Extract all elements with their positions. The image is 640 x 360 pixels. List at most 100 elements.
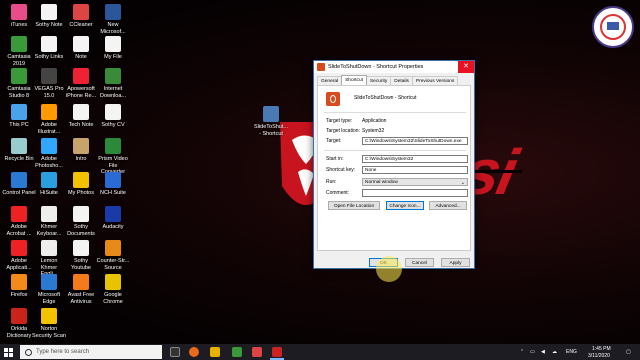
desktop-app-icon [105, 138, 121, 154]
change-icon-button[interactable]: Change Icon... [386, 201, 424, 210]
desktop-icon[interactable]: Orkida Dictionary [2, 308, 36, 339]
desktop-icon[interactable]: Firefox [2, 274, 36, 299]
desktop-app-icon [11, 68, 27, 84]
desktop-app-icon [11, 172, 27, 188]
desktop-app-icon [105, 68, 121, 84]
run-select-value: Normal window [365, 180, 398, 185]
desktop[interactable]: msi iTunesSothy NoteCCleanerNew Microsof… [0, 0, 640, 344]
start-in-input[interactable]: C:\Windows\System32 [362, 155, 468, 163]
desktop-icon[interactable]: Prism Video File Converter [96, 138, 130, 176]
target-input[interactable]: C:\Windows\System32\SlideToShutDown.exe [362, 137, 468, 145]
desktop-app-icon [41, 240, 57, 256]
language-indicator[interactable]: ENG [566, 349, 577, 355]
run-select[interactable]: Normal window ⌄ [362, 178, 468, 186]
camtasia-icon[interactable] [232, 347, 242, 357]
tab-previous-versions[interactable]: Previous Versions [411, 76, 459, 85]
desktop-icon[interactable]: Control Panel [2, 172, 36, 197]
desktop-icon-label: Sothy Youtube [71, 258, 91, 271]
desktop-icon[interactable]: VEGAS Pro 15.0 [32, 68, 66, 99]
file-explorer-icon[interactable] [210, 347, 220, 357]
tab-security[interactable]: Security [365, 76, 392, 85]
desktop-icon[interactable]: My File [96, 36, 130, 61]
task-view-icon[interactable] [170, 347, 180, 357]
desktop-icon-label: Recycle Bin [4, 156, 34, 162]
desktop-icon[interactable]: Note [64, 36, 98, 61]
slide-to-shutdown-icon[interactable] [272, 347, 282, 357]
desktop-icon[interactable]: New Microsof... [96, 4, 130, 35]
windows-start-icon[interactable] [4, 348, 13, 357]
desktop-icon[interactable]: Sothy Links [32, 36, 66, 61]
tab-general[interactable]: General [317, 76, 343, 85]
clock-date[interactable]: 3/11/2020 [588, 353, 610, 359]
dialog-titlebar[interactable]: SlideToShutDown - Shortcut Properties ✕ [314, 61, 474, 73]
apply-button[interactable]: Apply [441, 258, 470, 267]
network-icon[interactable]: ▭ [530, 349, 535, 355]
desktop-icon-label: Orkida Dictionary [6, 326, 32, 339]
desktop-icon[interactable]: Avast Free Antivirus [64, 274, 98, 305]
desktop-icon-label: This PC [9, 122, 29, 128]
desktop-icon[interactable]: Audacity [96, 206, 130, 231]
desktop-icon[interactable]: Sothy Documents [64, 206, 98, 237]
desktop-icon-label: Adobe Photosho... [35, 156, 63, 169]
app-red-icon[interactable] [252, 347, 262, 357]
desktop-icon[interactable]: HiSuite [32, 172, 66, 197]
desktop-app-icon [105, 104, 121, 120]
desktop-icon-label: Camtasia Studio 8 [7, 86, 31, 99]
desktop-app-icon [73, 68, 89, 84]
desktop-icon[interactable]: NCH Suite [96, 172, 130, 197]
desktop-icon[interactable]: This PC [2, 104, 36, 129]
open-file-location-button[interactable]: Open File Location [328, 201, 380, 210]
shortcut-name[interactable]: SlideToShutDown - Shortcut [354, 95, 417, 101]
desktop-icon[interactable]: SlideToShut... - Shortcut [254, 106, 288, 137]
shortcut-key-input[interactable]: None [362, 166, 468, 174]
desktop-icon[interactable]: Sothy Youtube [64, 240, 98, 271]
desktop-icon[interactable]: Recycle Bin [2, 138, 36, 163]
desktop-icon[interactable]: Khmer Keyboar... [32, 206, 66, 237]
desktop-icon[interactable]: Lemon Khmer Engli... [32, 240, 66, 278]
desktop-icon[interactable]: Adobe Illustrat... [32, 104, 66, 135]
firefox-icon[interactable] [189, 347, 199, 357]
desktop-app-icon [73, 4, 89, 20]
tab-strip: General Shortcut Security Details Previo… [317, 75, 459, 86]
desktop-icon-label: Avast Free Antivirus [67, 292, 95, 305]
onedrive-icon[interactable]: ☁ [552, 349, 557, 355]
desktop-icon[interactable]: Sothy CV [96, 104, 130, 129]
desktop-app-icon [105, 206, 121, 222]
desktop-icon-label: My Photos [68, 190, 94, 196]
desktop-icon[interactable]: iTunes [2, 4, 36, 29]
desktop-icon[interactable]: My Photos [64, 172, 98, 197]
desktop-icon-label: Khmer Keyboar... [36, 224, 62, 237]
desktop-icon[interactable]: Camtasia Studio 8 [2, 68, 36, 99]
comment-input[interactable] [362, 189, 468, 197]
desktop-icon[interactable]: CCleaner [64, 4, 98, 29]
desktop-icon[interactable]: Adobe Photosho... [32, 138, 66, 169]
desktop-app-icon [73, 104, 89, 120]
desktop-icon[interactable]: Microsoft Edge [32, 274, 66, 305]
desktop-icon[interactable]: Intro [64, 138, 98, 163]
desktop-icon[interactable]: Adobe Acrobat ... [2, 206, 36, 237]
close-button[interactable]: ✕ [458, 61, 474, 73]
desktop-app-icon [11, 36, 27, 52]
advanced-button[interactable]: Advanced... [429, 201, 467, 210]
tray-chevron-up-icon[interactable]: ⌃ [520, 349, 524, 355]
clock-time[interactable]: 1:45 PM [592, 346, 611, 352]
desktop-icon[interactable]: Camtasia 2019 [2, 36, 36, 67]
desktop-icon[interactable]: Tech Note [64, 104, 98, 129]
desktop-icon[interactable]: Sothy Note [32, 4, 66, 29]
desktop-icon-label: My File [104, 54, 122, 60]
desktop-icon[interactable]: Counter-Str... Source [96, 240, 130, 271]
desktop-icon[interactable]: Google Chrome [96, 274, 130, 305]
tab-details[interactable]: Details [390, 76, 413, 85]
desktop-icon[interactable]: Norton Security Scan [32, 308, 66, 339]
desktop-icon[interactable]: Apowersoft iPhone Re... [64, 68, 98, 99]
desktop-app-icon [41, 104, 57, 120]
desktop-icon[interactable]: Adobe Applicati... [2, 240, 36, 271]
notification-icon[interactable]: ▢ [626, 349, 631, 355]
volume-icon[interactable]: ◀ [541, 349, 545, 355]
desktop-icon-label: iTunes [10, 22, 28, 28]
taskbar-search-box[interactable]: Type here to search [20, 345, 162, 359]
desktop-icon-label: Adobe Acrobat ... [6, 224, 32, 237]
cancel-button[interactable]: Cancel [405, 258, 434, 267]
desktop-app-icon [11, 104, 27, 120]
desktop-icon[interactable]: Internet Downloa... [96, 68, 130, 99]
